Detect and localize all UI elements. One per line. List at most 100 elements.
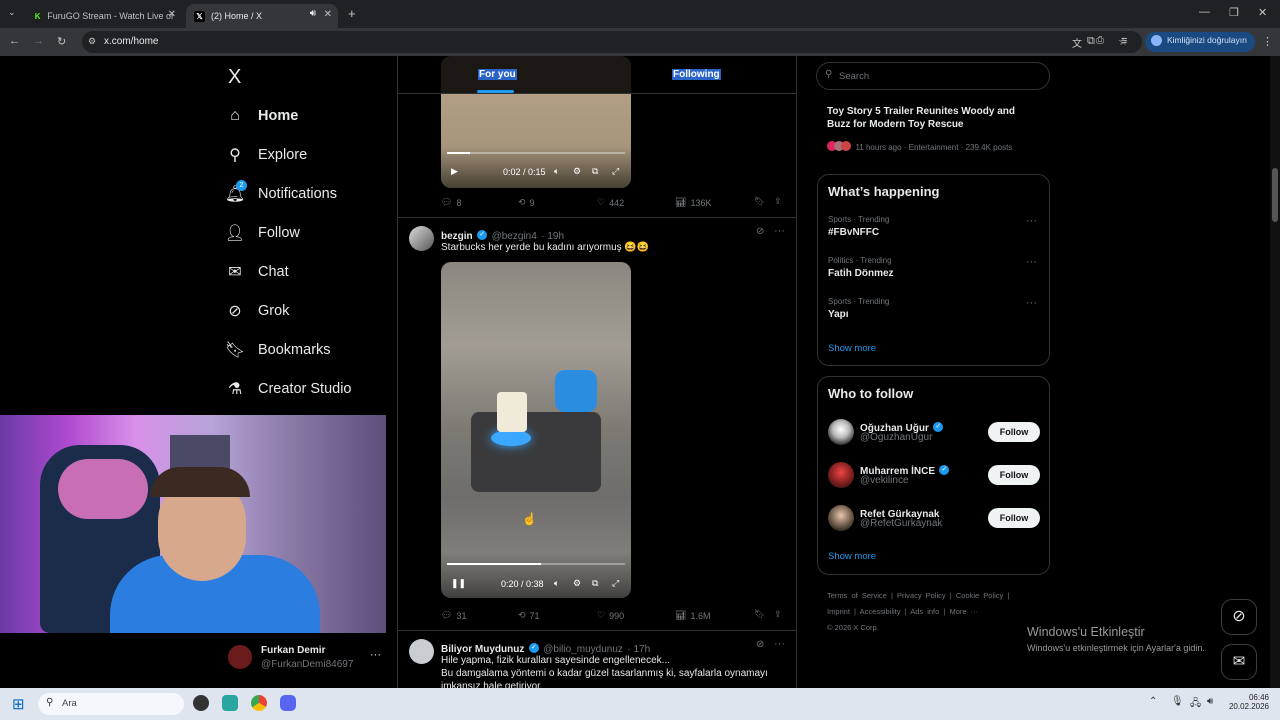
sidebar-item-explore[interactable]: ⚲ Explore: [226, 146, 307, 164]
avatar[interactable]: [828, 419, 854, 445]
trend-item[interactable]: Sports · Trending #FBvNFFC: [828, 215, 1038, 238]
extensions-icon[interactable]: ⧉: [1087, 35, 1095, 48]
minimize-icon[interactable]: —: [1199, 6, 1210, 18]
site-info-icon[interactable]: ⚙: [88, 36, 96, 47]
tab-for-you[interactable]: For you: [478, 69, 517, 80]
maximize-icon[interactable]: ❐: [1229, 6, 1239, 19]
like-button[interactable]: ♡ 442: [597, 197, 624, 208]
verify-identity-button[interactable]: Kimliğinizi doğrulayın: [1145, 32, 1255, 52]
ads-info-link[interactable]: Ads info: [910, 607, 939, 616]
tab-x-home[interactable]: 𝕏 (2) Home / X 🔊︎ ✕: [186, 4, 338, 28]
close-tab-icon[interactable]: ✕: [168, 9, 176, 20]
terms-link[interactable]: Terms of Service: [827, 591, 887, 600]
avatar[interactable]: [409, 639, 434, 664]
show-more-link[interactable]: Show more: [828, 551, 876, 562]
close-tab-icon[interactable]: ✕: [324, 9, 332, 20]
reply-button[interactable]: 💬︎ 31: [441, 610, 466, 621]
follow-button[interactable]: Follow: [988, 465, 1040, 485]
avatar[interactable]: [828, 462, 854, 488]
sidebar-item-notifications[interactable]: 🔔︎ 2 Notifications: [225, 180, 337, 203]
sidebar-item-bookmarks[interactable]: 🔖︎ Bookmarks: [225, 341, 331, 359]
x-logo-icon[interactable]: X: [228, 66, 241, 89]
account-switcher[interactable]: Furkan Demir @FurkanDemi84697 ···: [228, 645, 388, 673]
discord-icon[interactable]: [280, 695, 296, 711]
more-icon[interactable]: ···: [774, 638, 785, 650]
close-window-icon[interactable]: ✕: [1258, 6, 1267, 19]
search-input[interactable]: ⚲ Search: [816, 62, 1050, 90]
follow-button[interactable]: Follow: [988, 422, 1040, 442]
repost-button[interactable]: ⟲ 71: [518, 610, 540, 621]
grok-icon[interactable]: ⊘: [756, 639, 764, 650]
follow-button[interactable]: Follow: [988, 508, 1040, 528]
sidebar-item-follow[interactable]: 👤︎ Follow: [225, 224, 300, 242]
settings-icon[interactable]: ⚙: [573, 578, 581, 589]
more-link[interactable]: More ···: [949, 607, 978, 616]
share-button[interactable]: ⇪: [774, 609, 782, 620]
taskbar-search[interactable]: ⚲ Ara: [38, 693, 184, 715]
more-icon[interactable]: ···: [1026, 256, 1037, 268]
pip-icon[interactable]: ⧉: [592, 166, 598, 177]
forward-icon[interactable]: →: [33, 35, 44, 47]
like-button[interactable]: ♡ 990: [597, 610, 624, 621]
bookmark-button[interactable]: 🔖︎: [754, 609, 765, 620]
chrome-icon[interactable]: [251, 695, 267, 711]
tab-furugo[interactable]: K FuruGO Stream - Watch Live or ✕: [26, 4, 182, 28]
volume-icon[interactable]: 🔈︎: [554, 578, 559, 589]
tab-following[interactable]: Following: [672, 69, 721, 80]
bookmark-button[interactable]: 🔖︎: [754, 196, 765, 207]
windows-start-icon[interactable]: ⊞: [12, 695, 25, 713]
more-icon[interactable]: ···: [370, 649, 381, 661]
app-icon[interactable]: [193, 695, 209, 711]
audio-icon[interactable]: 🔊︎: [310, 8, 316, 19]
cookie-link[interactable]: Cookie Policy: [956, 591, 1003, 600]
scrollbar-thumb[interactable]: [1272, 168, 1278, 222]
news-item[interactable]: Toy Story 5 Trailer Reunites Woody and B…: [827, 105, 1047, 155]
video-player[interactable]: ❚❚ 0:20 / 0:38 🔈︎ ⚙ ⧉ ⤢: [441, 262, 631, 598]
menu-icon[interactable]: ⋮: [1262, 35, 1273, 48]
settings-icon[interactable]: ⚙: [573, 166, 581, 177]
pause-icon[interactable]: ❚❚: [451, 578, 466, 589]
trend-item[interactable]: Sports · Trending Yapı: [828, 297, 1038, 320]
video-progress-track[interactable]: [447, 152, 625, 154]
sidebar-item-grok[interactable]: ⊘ Grok: [226, 302, 289, 320]
more-icon[interactable]: ···: [1026, 297, 1037, 309]
translate-icon[interactable]: 文: [1072, 35, 1082, 50]
app-icon[interactable]: [222, 695, 238, 711]
avatar[interactable]: [409, 226, 434, 251]
views-button[interactable]: 📊︎ 136K: [675, 197, 711, 208]
fullscreen-icon[interactable]: ⤢: [612, 578, 619, 589]
imprint-link[interactable]: Imprint: [827, 607, 850, 616]
page-scrollbar[interactable]: [1270, 56, 1280, 688]
sidebar-item-chat[interactable]: ✉ Chat: [226, 263, 288, 281]
share-button[interactable]: ⇪: [774, 196, 782, 207]
url-input[interactable]: ⚙ x.com/home ☆ ⎙ 文: [82, 31, 1142, 53]
back-icon[interactable]: ←: [9, 35, 20, 47]
fullscreen-icon[interactable]: ⤢: [612, 166, 619, 177]
microphone-icon[interactable]: 🎙︎: [1171, 696, 1184, 707]
trend-item[interactable]: Politics · Trending Fatih Dönmez: [828, 256, 1038, 279]
reload-icon[interactable]: ↻: [57, 35, 66, 48]
pip-icon[interactable]: ⧉: [592, 578, 598, 589]
network-icon[interactable]: 🖧: [1190, 696, 1201, 713]
clock[interactable]: 06:46 20.02.2026: [1227, 693, 1269, 711]
repost-button[interactable]: ⟲ 9: [518, 197, 535, 208]
more-icon[interactable]: ···: [774, 225, 785, 237]
privacy-link[interactable]: Privacy Policy: [897, 591, 946, 600]
chevron-up-icon[interactable]: ⌃: [1149, 696, 1157, 707]
play-icon[interactable]: ▶: [451, 166, 458, 177]
cast-icon[interactable]: ⎙: [1096, 35, 1104, 46]
sidebar-item-creator-studio[interactable]: ⚗ Creator Studio: [226, 380, 352, 398]
avatar[interactable]: [828, 505, 854, 531]
tab-search-icon[interactable]: ⌄: [8, 7, 16, 18]
show-more-link[interactable]: Show more: [828, 343, 876, 354]
reading-list-icon[interactable]: ≡: [1121, 35, 1127, 47]
more-icon[interactable]: ···: [1026, 215, 1037, 227]
reply-button[interactable]: 💬︎ 8: [441, 197, 461, 208]
volume-icon[interactable]: 🔊︎: [1207, 696, 1213, 707]
grok-icon[interactable]: ⊘: [756, 226, 764, 237]
views-button[interactable]: 📊︎ 1.6M: [675, 610, 710, 621]
volume-icon[interactable]: 🔈︎: [554, 166, 559, 177]
new-tab-icon[interactable]: +: [348, 6, 356, 21]
messages-float-button[interactable]: ✉: [1221, 644, 1257, 680]
video-progress-track[interactable]: [447, 563, 625, 565]
